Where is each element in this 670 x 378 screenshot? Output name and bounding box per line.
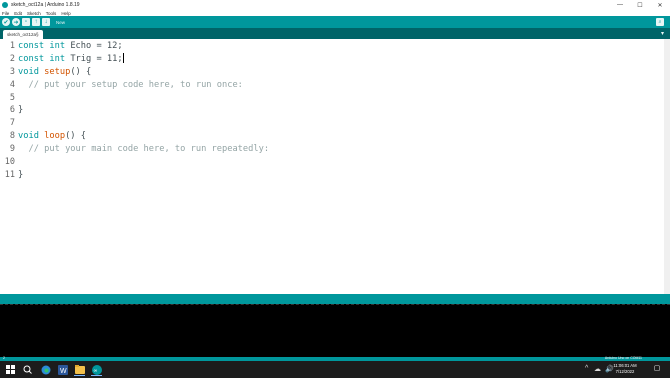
current-line-number: 2 — [3, 356, 5, 360]
edge-icon[interactable] — [40, 364, 51, 375]
new-icon[interactable]: ▫ — [22, 18, 30, 26]
search-icon[interactable] — [22, 364, 33, 375]
save-icon[interactable]: ↓ — [42, 18, 50, 26]
onedrive-icon[interactable]: ☁ — [594, 365, 601, 373]
code-text[interactable]: const int Echo = 12; — [18, 40, 123, 53]
code-text[interactable]: void loop() { — [18, 130, 86, 143]
code-text[interactable]: void setup() { — [18, 66, 91, 79]
line-number: 8 — [9, 131, 15, 142]
window-title: sketch_oct12a | Arduino 1.8.19 — [11, 2, 80, 8]
windows-start-icon[interactable] — [5, 364, 16, 375]
arduino-app-icon — [2, 2, 8, 8]
editor-scrollbar[interactable] — [664, 39, 670, 294]
tab-sketch[interactable]: sketch_oct12a§ — [3, 30, 43, 39]
code-editor[interactable]: 1 const int Echo = 12; 2 const int Trig … — [0, 39, 670, 294]
title-bar: sketch_oct12a | Arduino 1.8.19 — ☐ ✕ — [0, 0, 670, 10]
taskbar: W ∞ ^ ☁ 🔊 11:06:01 AM 7/12/2022 ▢ — [0, 361, 670, 378]
serial-monitor-icon[interactable]: ⌕ — [656, 18, 664, 26]
line-number: 3 — [9, 66, 15, 77]
toolbar: ✔ ➜ ▫ ↑ ↓ New ⌕ — [0, 16, 670, 28]
tabs-bar: sketch_oct12a§ ▾ — [0, 28, 670, 39]
code-text[interactable]: // put your setup code here, to run once… — [18, 79, 242, 92]
menu-sketch[interactable]: Sketch — [27, 11, 41, 16]
text-cursor — [122, 53, 124, 64]
menu-help[interactable]: Help — [61, 11, 70, 16]
clock[interactable]: 11:06:01 AM 7/12/2022 — [608, 363, 642, 375]
arduino-icon[interactable]: ∞ — [91, 364, 102, 376]
code-text[interactable]: } — [18, 104, 23, 117]
tray-overflow-icon[interactable]: ^ — [585, 365, 588, 372]
menu-file[interactable]: File — [2, 11, 9, 16]
upload-icon[interactable]: ➜ — [12, 18, 20, 26]
console-output[interactable] — [0, 304, 670, 357]
line-number: 10 — [4, 157, 15, 168]
word-icon[interactable]: W — [57, 364, 68, 375]
line-number: 9 — [9, 144, 15, 155]
code-text[interactable]: const int Trig = 11; — [18, 53, 124, 66]
close-button[interactable]: ✕ — [650, 0, 670, 10]
notification-icon[interactable]: ▢ — [652, 364, 662, 375]
toolbar-hint: New — [56, 19, 66, 25]
code-text[interactable]: } — [18, 169, 23, 182]
line-number: 2 — [9, 53, 15, 64]
screen: sketch_oct12a | Arduino 1.8.19 — ☐ ✕ Fil… — [0, 0, 670, 378]
menu-edit[interactable]: Edit — [14, 11, 22, 16]
line-number: 1 — [9, 41, 15, 51]
minimize-button[interactable]: — — [610, 0, 630, 10]
code-text[interactable]: // put your main code here, to run repea… — [18, 143, 269, 156]
line-number: 7 — [9, 118, 15, 129]
menu-tools[interactable]: Tools — [46, 11, 57, 16]
line-number: 4 — [9, 79, 15, 90]
line-number: 6 — [9, 105, 15, 116]
tab-menu-icon[interactable]: ▾ — [661, 30, 664, 37]
line-number: 11 — [4, 169, 15, 180]
open-icon[interactable]: ↑ — [32, 18, 40, 26]
clock-date: 7/12/2022 — [615, 369, 635, 374]
status-bar — [0, 294, 670, 304]
console-divider — [0, 304, 670, 305]
line-number: 5 — [9, 92, 15, 103]
svg-text:∞: ∞ — [93, 368, 97, 374]
file-explorer-icon[interactable] — [74, 364, 85, 376]
verify-icon[interactable]: ✔ — [2, 18, 10, 26]
maximize-button[interactable]: ☐ — [630, 0, 650, 10]
board-port-label: Arduino Uno on COM11 — [604, 356, 642, 360]
svg-text:W: W — [60, 368, 67, 375]
